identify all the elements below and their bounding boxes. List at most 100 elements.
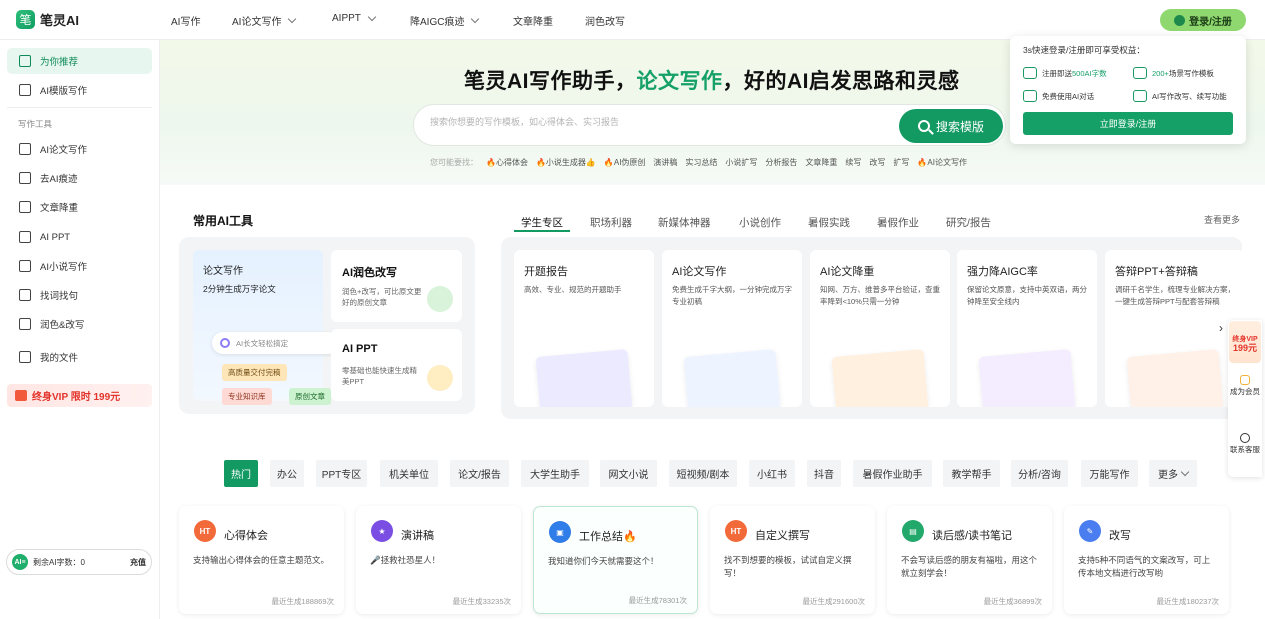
template-card[interactable]: HT 心得体会 支持输出心得体会的任意主题范文。 最近生成188869次 xyxy=(179,506,344,614)
tag-link[interactable]: 改写 xyxy=(869,157,885,168)
logo-text: 笔灵AI xyxy=(40,13,80,28)
pill-hot[interactable]: 热门 xyxy=(224,460,258,487)
logo-mark-icon: 笔 xyxy=(16,10,35,29)
card-aigc-reduce[interactable]: 强力降AIGC率 保留论文原意，支持中英双语，两分钟降至安全线内 xyxy=(957,250,1097,407)
pill-teaching[interactable]: 教学帮手 xyxy=(943,460,1000,487)
tag-link[interactable]: 分析报告 xyxy=(765,157,797,168)
card-proposal[interactable]: 开题报告 高效、专业、规范的开题助手 xyxy=(514,250,654,407)
sidebar-section-title: 写作工具 xyxy=(18,119,53,129)
contact-support-button[interactable]: 联系客服 xyxy=(1228,433,1262,455)
search-button[interactable]: 搜索模版 xyxy=(899,109,1003,143)
float-vip[interactable]: 终身VIP 199元 xyxy=(1229,321,1261,363)
tag-link[interactable]: 🔥AI论文写作 xyxy=(917,157,967,168)
perk-text: 场景写作模板 xyxy=(1168,68,1214,78)
sidebar-item-label: 找词找句 xyxy=(40,291,79,302)
template-usage: 最近生成188869次 xyxy=(271,597,334,606)
nav-rewrite[interactable]: 文章降重 xyxy=(513,13,553,28)
recharge-button[interactable]: 充值 xyxy=(130,557,146,568)
logo[interactable]: 笔 笔灵AI xyxy=(16,10,79,29)
perk-highlight: 500AI字数 xyxy=(1072,68,1107,78)
nav-ai-paper[interactable]: AI论文写作 xyxy=(232,13,297,28)
view-more-link[interactable]: 查看更多 xyxy=(1204,213,1240,226)
template-desc: 支持5种不同语气的文案改写，可上传本地文档进行改写哟 xyxy=(1078,555,1211,578)
template-card[interactable]: ▣ 工作总结🔥 我知道你们今天就需要这个！ 最近生成78301次 xyxy=(533,506,698,614)
login-button[interactable]: 登录/注册 xyxy=(1160,9,1246,31)
nav-polish[interactable]: 润色改写 xyxy=(585,13,625,28)
tool-card-ppt[interactable]: AI PPT 零基础也能快速生成精美PPT xyxy=(331,329,462,401)
perk-item: 注册即送500AI字数 xyxy=(1023,67,1107,79)
template-card[interactable]: ✎ 改写 支持5种不同语气的文案改写，可上传本地文档进行改写哟 最近生成1802… xyxy=(1064,506,1229,614)
tool-desc: 润色+改写，可比原文更好的原创文章 xyxy=(342,287,422,307)
pill-analysis[interactable]: 分析/咨询 xyxy=(1011,460,1068,487)
sidebar-item-label: 润色&改写 xyxy=(40,320,85,331)
tab-research[interactable]: 研究/报告 xyxy=(946,215,991,230)
tool-card-polish[interactable]: AI润色改写 润色+改写，可比原文更好的原创文章 xyxy=(331,250,462,322)
card-desc: 高效、专业、规范的开题助手 xyxy=(524,285,622,294)
nav-reduce-aigc[interactable]: 降AIGC痕迹 xyxy=(410,13,480,28)
tab-summer-homework[interactable]: 暑假作业 xyxy=(877,215,919,230)
pill-gov[interactable]: 机关单位 xyxy=(380,460,438,487)
become-member-button[interactable]: 成为会员 xyxy=(1228,375,1262,397)
tab-students[interactable]: 学生专区 xyxy=(521,215,563,230)
sidebar-item-paper[interactable]: AI论文写作 xyxy=(7,136,152,162)
tab-novel[interactable]: 小说创作 xyxy=(739,215,781,230)
sidebar-item-find-words[interactable]: 找词找句 xyxy=(7,282,152,308)
template-card[interactable]: ▤ 读后感/读书笔记 不会写读后感的朋友有福啦，用这个就立刻学会！ 最近生成36… xyxy=(887,506,1052,614)
tag-link[interactable]: 🔥小说生成器👍 xyxy=(536,157,596,168)
tag-link[interactable]: 小说扩写 xyxy=(725,157,757,168)
tag-link[interactable]: 🔥AI伪原创 xyxy=(604,157,646,168)
tag-link[interactable]: 文章降重 xyxy=(805,157,837,168)
sidebar-item-label: AI论文写作 xyxy=(40,145,87,156)
tab-summer-practice[interactable]: 暑假实践 xyxy=(808,215,850,230)
book-icon xyxy=(19,260,31,272)
pen-icon: ✎ xyxy=(1079,520,1101,542)
chevron-down-icon xyxy=(471,14,480,23)
pen-icon xyxy=(1133,90,1147,102)
hero-title-part: ，好的AI启发思路和灵感 xyxy=(722,70,960,93)
sidebar-item-remove-ai[interactable]: 去AI痕迹 xyxy=(7,165,152,191)
pill-summer-homework[interactable]: 暑假作业助手 xyxy=(853,460,932,487)
sidebar-item-template[interactable]: AI模版写作 xyxy=(7,77,152,103)
tag-link[interactable]: 🔥心得体会 xyxy=(486,157,528,168)
card-ai-paper[interactable]: AI论文写作 免费生成千字大纲，一分钟完成万字专业初稿 xyxy=(662,250,802,407)
tag-link[interactable]: 演讲稿 xyxy=(653,157,677,168)
tool-card-paper[interactable]: 论文写作 2分钟生成万字论文 AI长文轻松搞定 高质量交付完稿 专业知识库 原创… xyxy=(193,250,339,405)
star-icon: ★ xyxy=(371,520,393,542)
nav-aippt[interactable]: AIPPT xyxy=(332,12,377,24)
pill-short-video[interactable]: 短视频/剧本 xyxy=(669,460,737,487)
sidebar-item-recommend[interactable]: 为你推荐 xyxy=(7,48,152,74)
sidebar-item-ppt[interactable]: AI PPT xyxy=(7,224,152,250)
pill-college[interactable]: 大学生助手 xyxy=(521,460,589,487)
pill-xiaohongshu[interactable]: 小红书 xyxy=(749,460,795,487)
tab-new-media[interactable]: 新媒体神器 xyxy=(658,215,711,230)
sidebar-item-polish[interactable]: 润色&改写 xyxy=(7,311,152,337)
folder-icon xyxy=(19,351,31,363)
tag-link[interactable]: 扩写 xyxy=(893,157,909,168)
top-nav: 笔 笔灵AI AI写作 AI论文写作 AIPPT 降AIGC痕迹 文章降重 润色… xyxy=(0,0,1265,40)
ai-ring-icon xyxy=(220,338,230,348)
vip-promo[interactable]: 终身VIP 限时 199元 xyxy=(7,384,152,407)
pill-ppt[interactable]: PPT专区 xyxy=(316,460,367,487)
tab-workplace[interactable]: 职场利器 xyxy=(590,215,632,230)
nav-label: AI写作 xyxy=(171,17,201,28)
sidebar-item-my-files[interactable]: 我的文件 xyxy=(7,344,152,370)
template-card[interactable]: HT 自定义撰写 找不到想要的模板，试试自定义撰写！ 最近生成291600次 xyxy=(710,506,875,614)
pill-universal[interactable]: 万能写作 xyxy=(1081,460,1138,487)
pill-paper[interactable]: 论文/报告 xyxy=(450,460,509,487)
tag-link[interactable]: 续写 xyxy=(845,157,861,168)
pill-more[interactable]: 更多 xyxy=(1149,460,1197,487)
pill-douyin[interactable]: 抖音 xyxy=(807,460,841,487)
sidebar-item-novel[interactable]: AI小说写作 xyxy=(7,253,152,279)
pill-web-novel[interactable]: 网文小说 xyxy=(600,460,657,487)
nav-ai-writing[interactable]: AI写作 xyxy=(171,13,200,28)
sidebar-item-rewrite[interactable]: 文章降重 xyxy=(7,194,152,220)
card-illustration xyxy=(535,349,633,407)
login-benefits-popover: 3s快速登录/注册即可享受权益： 注册即送500AI字数 200+场景写作模板 … xyxy=(1010,36,1246,144)
popover-login-button[interactable]: 立即登录/注册 xyxy=(1023,112,1233,135)
card-paper-rewrite[interactable]: AI论文降重 知网、万方、维普多平台验证，查重率降到<10%只需一分钟 xyxy=(810,250,950,407)
search-input[interactable] xyxy=(430,117,880,127)
pill-office[interactable]: 办公 xyxy=(270,460,304,487)
template-desc: 🎤拯救社恐星人！ xyxy=(370,555,441,565)
template-card[interactable]: ★ 演讲稿 🎤拯救社恐星人！ 最近生成33235次 xyxy=(356,506,521,614)
tag-link[interactable]: 实习总结 xyxy=(685,157,717,168)
